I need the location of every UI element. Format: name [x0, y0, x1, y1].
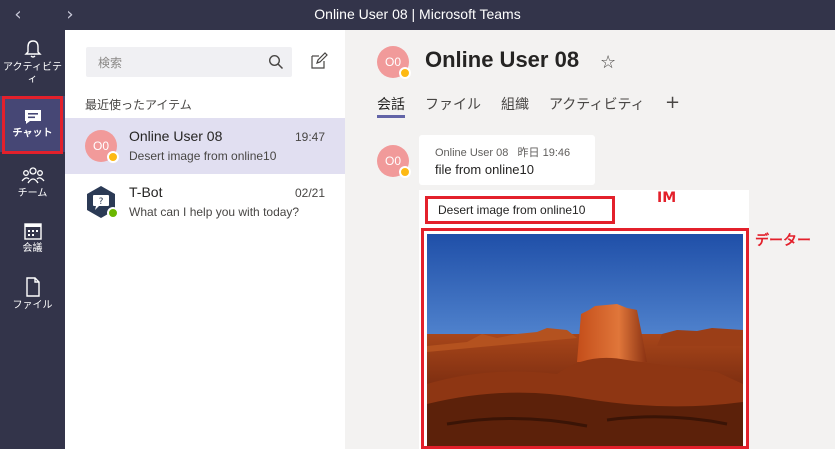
search-placeholder: 検索 [98, 56, 123, 70]
svg-text:?: ? [99, 197, 104, 207]
rail-label-meetings: 会議 [22, 243, 43, 254]
desert-image[interactable] [427, 234, 743, 446]
window-title: Online User 08 | Microsoft Teams [314, 6, 521, 22]
away-status-icon [399, 67, 411, 79]
chat-time: 19:47 [294, 130, 325, 144]
compose-icon[interactable] [310, 52, 328, 70]
message-meta: Online User 08 昨日 19:46 [435, 144, 570, 160]
teams-icon [20, 167, 45, 184]
available-status-icon [107, 207, 119, 219]
image-attachment-card: Desert image from online10 [419, 190, 749, 449]
attachment-caption: Desert image from online10 [425, 196, 615, 224]
bell-icon [23, 40, 42, 58]
data-annotation: データー [755, 233, 811, 249]
conversation-title: Online User 08 [425, 47, 580, 72]
recent-items-heading: 最近使ったアイテム [85, 98, 192, 112]
im-annotation: IM [657, 190, 677, 206]
rail-item-files[interactable]: ファイル [0, 276, 65, 332]
highlight-chat-box [2, 96, 63, 154]
search-input[interactable]: 検索 [86, 47, 292, 77]
chat-list-panel: 検索 最近使ったアイテム O0 Online User 08 19:47 Des… [65, 30, 345, 449]
rail-label-files: ファイル [12, 300, 53, 311]
away-status-icon [399, 166, 411, 178]
calendar-icon [23, 223, 42, 240]
chat-name: T-Bot [129, 184, 163, 200]
chat-item-t-bot[interactable]: ? T-Bot 02/21 What can I help you with t… [65, 174, 345, 230]
rail-item-meetings[interactable]: 会議 [0, 221, 65, 277]
search-icon[interactable] [268, 54, 284, 70]
tab-conversation[interactable]: 会話 [377, 94, 405, 118]
message-timestamp: 昨日 19:46 [517, 147, 571, 159]
away-status-icon [107, 151, 119, 163]
highlight-image-box [421, 228, 749, 449]
add-tab-icon[interactable]: + [665, 92, 680, 113]
chat-item-online-user-08[interactable]: O0 Online User 08 19:47 Desert image fro… [65, 118, 345, 174]
conversation-pane: O0 Online User 08 ☆ 会話 ファイル 組織 アクティビティ +… [345, 30, 835, 449]
app-rail: アクティビティ チャット チーム 会議 ファイル [0, 30, 65, 449]
message-bubble: Online User 08 昨日 19:46 file from online… [419, 135, 595, 185]
rail-item-teams[interactable]: チーム [0, 166, 65, 222]
title-bar: ‹ › Online User 08 | Microsoft Teams [0, 0, 835, 30]
star-icon[interactable]: ☆ [600, 52, 616, 73]
chat-name: Online User 08 [129, 128, 223, 144]
tab-activity[interactable]: アクティビティ [549, 94, 645, 118]
rail-label-teams: チーム [17, 188, 48, 199]
tab-organization[interactable]: 組織 [501, 94, 529, 118]
file-icon [25, 277, 40, 297]
message-author: Online User 08 [435, 147, 509, 159]
message-text: file from online10 [435, 162, 534, 177]
chat-time: 02/21 [294, 186, 325, 200]
rail-label-activity: アクティビティ [3, 62, 62, 85]
chat-preview: Desert image from online10 [129, 149, 277, 163]
chat-preview: What can I help you with today? [129, 205, 300, 219]
rail-item-activity[interactable]: アクティビティ [0, 38, 65, 94]
tab-files[interactable]: ファイル [425, 94, 481, 118]
